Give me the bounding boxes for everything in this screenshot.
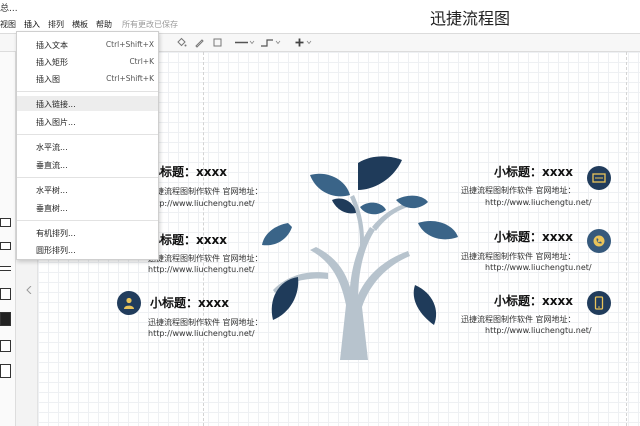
card-description: 迅捷流程图制作软件 官网地址：	[461, 186, 576, 195]
window-title: 总...	[0, 4, 18, 14]
menu-item-insert-link[interactable]: 插入链接...	[17, 96, 158, 111]
leaf	[310, 173, 350, 197]
shape-envelope[interactable]	[0, 340, 11, 352]
card-description: 迅捷流程图制作软件 官网地址：	[148, 187, 263, 196]
menu-separator	[17, 134, 158, 135]
card-title[interactable]: 小标题：xxxx	[150, 294, 229, 311]
display-icon[interactable]	[587, 166, 611, 190]
card-url: http://www.liuchengtu.net/	[485, 326, 592, 335]
menu-insert[interactable]: 插入	[24, 19, 40, 30]
card-description: 迅捷流程图制作软件 官网地址：	[461, 315, 576, 324]
card-title[interactable]: 小标题：xxxx	[494, 228, 573, 245]
menu-item-insert-image[interactable]: 插入图片...	[17, 114, 158, 129]
menu-arrange[interactable]: 排列	[48, 19, 64, 30]
menu-template[interactable]: 横板	[72, 19, 88, 30]
card-title[interactable]: 小标题：xxxx	[148, 231, 227, 248]
save-status: 所有更改已保存	[122, 19, 178, 29]
menu-view[interactable]: 视图	[0, 19, 16, 30]
shape-list[interactable]	[0, 364, 11, 378]
chevron-left-icon[interactable]	[26, 285, 32, 296]
top-bar: 总... 视图 插入 排列 横板 帮助 所有更改已保存 迅捷流程图	[0, 0, 640, 33]
menu-item-insert-rect[interactable]: 插入矩形 Ctrl+K	[17, 54, 158, 69]
leaf	[418, 220, 458, 240]
card-description: 迅捷流程图制作软件 官网地址：	[148, 254, 263, 263]
menu-item-horizontal-tree[interactable]: 水平树...	[17, 182, 158, 197]
shape-rect[interactable]	[0, 218, 11, 227]
shape-bars[interactable]	[0, 312, 11, 326]
leaf	[413, 285, 437, 325]
menu-item-organic-layout[interactable]: 有机排列...	[17, 225, 158, 240]
card-description: 迅捷流程图制作软件 官网地址：	[148, 318, 263, 327]
menu-separator	[17, 220, 158, 221]
menu-separator	[17, 177, 158, 178]
menu-separator	[17, 91, 158, 92]
card-url: http://www.liuchengtu.net/	[485, 198, 592, 207]
card-url: http://www.liuchengtu.net/	[148, 265, 255, 274]
user-icon[interactable]	[117, 291, 141, 315]
menu-item-insert-text[interactable]: 插入文本 Ctrl+Shift+X	[17, 37, 158, 52]
leaf	[271, 277, 299, 320]
menu-item-vertical-flow[interactable]: 垂直流...	[17, 157, 158, 172]
menu-item-insert-shape[interactable]: 插入图 Ctrl+Shift+K	[17, 71, 158, 86]
phone-icon[interactable]	[587, 229, 611, 253]
menu-help[interactable]: 帮助	[96, 19, 112, 30]
card-title[interactable]: 小标题：xxxx	[494, 163, 573, 180]
menu-item-circle-layout[interactable]: 圆形排列...	[17, 242, 158, 257]
shape-document[interactable]	[0, 288, 11, 300]
card-description: 迅捷流程图制作软件 官网地址：	[461, 252, 576, 261]
square-icon[interactable]	[212, 37, 223, 49]
card-url: http://www.liuchengtu.net/	[485, 263, 592, 272]
shape-lines[interactable]	[0, 266, 11, 271]
card-url: http://www.liuchengtu.net/	[148, 329, 255, 338]
add-icon[interactable]	[294, 37, 316, 49]
leaf	[360, 202, 386, 215]
menu-bar: 视图 插入 排列 横板 帮助 所有更改已保存	[0, 17, 178, 31]
connector-icon[interactable]	[260, 37, 282, 49]
menu-item-horizontal-flow[interactable]: 水平流...	[17, 139, 158, 154]
tree-branch	[350, 195, 364, 255]
shape-rounded[interactable]	[0, 242, 11, 250]
menu-item-vertical-tree[interactable]: 垂直树...	[17, 200, 158, 215]
paint-bucket-icon[interactable]	[176, 37, 187, 49]
card-url: http://www.liuchengtu.net/	[148, 199, 255, 208]
page-boundary-right	[626, 52, 627, 426]
mobile-icon[interactable]	[587, 291, 611, 315]
shape-panel	[0, 52, 16, 426]
insert-menu: 插入文本 Ctrl+Shift+X 插入矩形 Ctrl+K 插入图 Ctrl+S…	[16, 31, 159, 260]
app-title: 迅捷流程图	[430, 9, 511, 28]
leaf	[358, 156, 403, 190]
line-style-icon[interactable]	[234, 37, 256, 49]
card-title[interactable]: 小标题：xxxx	[494, 292, 573, 309]
leaf	[262, 223, 292, 246]
pen-icon[interactable]	[194, 37, 205, 49]
tree-illustration	[262, 156, 458, 360]
card-title[interactable]: 小标题：xxxx	[148, 163, 227, 180]
